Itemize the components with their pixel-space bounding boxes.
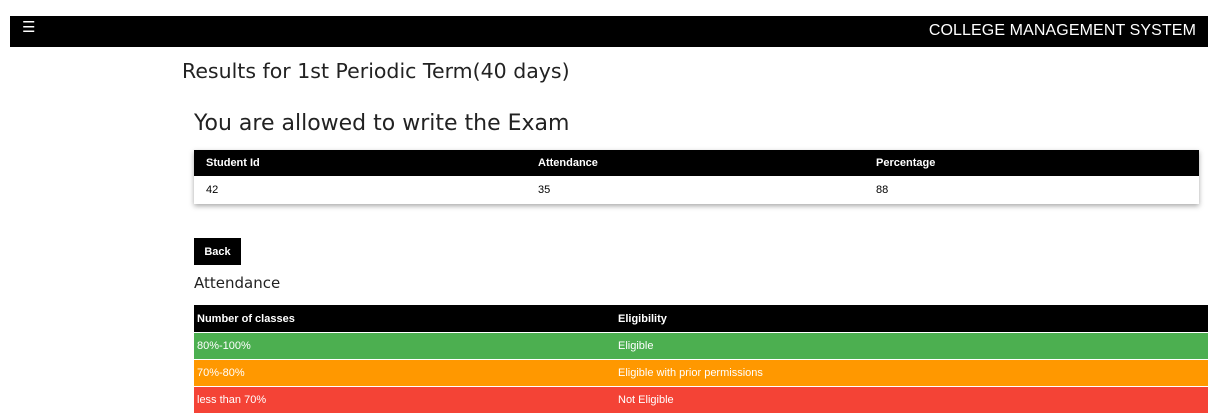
class-range-cell: less than 70% xyxy=(194,387,615,413)
column-header-eligibility: Eligibility xyxy=(615,305,1208,333)
attendance-cell: 35 xyxy=(526,176,864,203)
back-button[interactable]: Back xyxy=(194,238,241,265)
percentage-cell: 88 xyxy=(864,176,1199,203)
eligibility-cell: Eligible with prior permissions xyxy=(615,360,1208,387)
hamburger-menu-icon[interactable]: ☰ xyxy=(22,22,35,34)
result-table: Student Id Attendance Percentage 42 35 8… xyxy=(194,150,1199,203)
table-row: 80%-100% Eligible xyxy=(194,333,1208,360)
column-header-student-id: Student Id xyxy=(194,150,526,176)
class-range-cell: 80%-100% xyxy=(194,333,615,360)
page-title: Results for 1st Periodic Term(40 days) xyxy=(182,59,570,83)
attendance-policy-table: Number of classes Eligibility 80%-100% E… xyxy=(194,305,1208,413)
exam-eligibility-message: You are allowed to write the Exam xyxy=(194,111,569,136)
result-table-header-row: Student Id Attendance Percentage xyxy=(194,150,1199,176)
student-id-cell: 42 xyxy=(194,176,526,203)
top-navigation-bar: ☰ COLLEGE MANAGEMENT SYSTEM xyxy=(10,16,1208,47)
eligibility-cell: Eligible xyxy=(615,333,1208,360)
eligibility-cell: Not Eligible xyxy=(615,387,1208,413)
column-header-attendance: Attendance xyxy=(526,150,864,176)
attendance-policy-table-wrapper: Number of classes Eligibility 80%-100% E… xyxy=(194,305,1208,413)
attendance-heading: Attendance xyxy=(194,274,280,292)
table-row: 42 35 88 xyxy=(194,176,1199,203)
class-range-cell: 70%-80% xyxy=(194,360,615,387)
table-row: less than 70% Not Eligible xyxy=(194,387,1208,413)
result-table-card: Student Id Attendance Percentage 42 35 8… xyxy=(194,150,1199,204)
column-header-number-of-classes: Number of classes xyxy=(194,305,615,333)
policy-header-row: Number of classes Eligibility xyxy=(194,305,1208,333)
app-title: COLLEGE MANAGEMENT SYSTEM xyxy=(929,22,1196,40)
column-header-percentage: Percentage xyxy=(864,150,1199,176)
table-row: 70%-80% Eligible with prior permissions xyxy=(194,360,1208,387)
